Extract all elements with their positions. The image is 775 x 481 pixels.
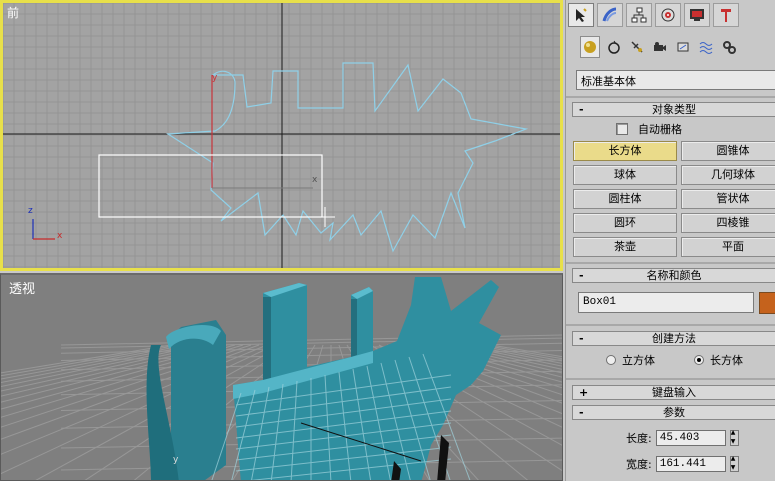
helpers-subtab[interactable] xyxy=(673,36,693,58)
width-row: 宽度: 161.441 xyxy=(626,455,739,472)
motion-tab[interactable] xyxy=(655,3,681,27)
geometry-icon xyxy=(584,41,596,53)
rollout-toggle: - xyxy=(579,406,584,419)
cone-button[interactable]: 圆锥体 xyxy=(681,141,775,161)
spacewarps-icon xyxy=(699,42,713,54)
length-label: 长度: xyxy=(626,432,652,445)
systems-subtab[interactable] xyxy=(719,36,739,58)
torus-button[interactable]: 圆环 xyxy=(573,213,677,233)
separator xyxy=(566,96,775,98)
rollout-title: 键盘输入 xyxy=(652,386,696,399)
geosphere-button[interactable]: 几何球体 xyxy=(681,165,775,185)
display-tab[interactable] xyxy=(684,3,710,27)
front-viewport[interactable]: 前 z x y x xyxy=(0,0,563,271)
rollout-creation-method[interactable]: - 创建方法 xyxy=(572,331,775,346)
utilities-icon xyxy=(721,9,731,22)
rollout-parameters[interactable]: - 参数 xyxy=(572,405,775,420)
autogrid-row: 自动栅格 xyxy=(616,121,682,137)
cameras-icon xyxy=(654,42,666,51)
object-name-input[interactable]: Box01 xyxy=(578,292,754,313)
box-radio[interactable] xyxy=(694,355,704,365)
tube-button[interactable]: 管状体 xyxy=(681,189,775,209)
cursor-create-icon xyxy=(576,8,587,22)
axis-z-label: z xyxy=(28,206,33,216)
perspective-viewport-label[interactable]: 透视 xyxy=(9,278,35,297)
rollout-title: 参数 xyxy=(663,406,685,419)
sphere-button[interactable]: 球体 xyxy=(573,165,677,185)
rollout-keyboard-entry[interactable]: + 键盘输入 xyxy=(572,385,775,400)
rollout-toggle: - xyxy=(579,103,584,116)
modify-tab[interactable] xyxy=(597,3,623,27)
spacewarps-subtab[interactable] xyxy=(696,36,716,58)
shapes-icon xyxy=(608,40,620,54)
axis-x-label: x xyxy=(57,231,63,241)
shapes-subtab[interactable] xyxy=(604,36,624,58)
rollout-title: 名称和颜色 xyxy=(646,269,702,282)
separator xyxy=(566,324,775,326)
gizmo-x-label: x xyxy=(312,175,318,185)
display-icon xyxy=(690,9,704,21)
cube-option[interactable]: 立方体 xyxy=(606,352,655,368)
create-tab[interactable] xyxy=(568,3,594,27)
create-subtabs xyxy=(574,36,774,60)
rollout-name-color[interactable]: - 名称和颜色 xyxy=(572,268,775,283)
persp-axis-y-label: y xyxy=(173,455,179,465)
perspective-viewport[interactable]: 透视 y xyxy=(0,273,563,481)
lights-subtab[interactable] xyxy=(627,36,647,58)
geometry-subtab[interactable] xyxy=(580,36,600,58)
shadow-spike xyxy=(437,435,449,480)
front-viewport-label[interactable]: 前 xyxy=(7,4,19,21)
max-workspace: 前 z x y x 透视 y 标准基本体 - 对象类型 自动栅格 长方体 圆锥体… xyxy=(0,0,775,481)
rollout-toggle: + xyxy=(579,386,589,399)
autogrid-checkbox[interactable] xyxy=(616,123,628,135)
systems-icon xyxy=(723,41,736,54)
hierarchy-tab[interactable] xyxy=(626,3,652,27)
autogrid-label: 自动栅格 xyxy=(638,123,682,136)
plane-button[interactable]: 平面 xyxy=(681,237,775,257)
box-option-label: 长方体 xyxy=(710,354,743,367)
rollout-title: 对象类型 xyxy=(652,103,696,116)
cube-radio[interactable] xyxy=(606,355,616,365)
rollout-toggle: - xyxy=(579,269,584,282)
lights-icon xyxy=(631,41,643,53)
cube-option-label: 立方体 xyxy=(622,354,655,367)
box-option[interactable]: 长方体 xyxy=(694,352,743,368)
gizmo-y-label: y xyxy=(212,73,218,83)
helpers-icon xyxy=(677,42,689,52)
separator xyxy=(566,262,775,264)
width-label: 宽度: xyxy=(626,458,652,471)
separator xyxy=(566,378,775,380)
category-dropdown[interactable]: 标准基本体 xyxy=(576,70,775,90)
perspective-viewport-canvas[interactable] xyxy=(1,275,563,481)
command-panel: 标准基本体 - 对象类型 自动栅格 长方体 圆锥体 球体 几何球体 圆柱体 管状… xyxy=(565,0,775,481)
pyramid-button[interactable]: 四棱锥 xyxy=(681,213,775,233)
rollout-title: 创建方法 xyxy=(652,332,696,345)
rollout-toggle: - xyxy=(579,332,584,345)
utilities-tab[interactable] xyxy=(713,3,739,27)
box-button[interactable]: 长方体 xyxy=(573,141,677,161)
cameras-subtab[interactable] xyxy=(650,36,670,58)
hierarchy-icon xyxy=(631,7,647,23)
teapot-button[interactable]: 茶壶 xyxy=(573,237,677,257)
length-spinner[interactable] xyxy=(729,429,739,446)
modify-icon xyxy=(602,7,617,22)
front-viewport-canvas[interactable] xyxy=(3,3,560,268)
command-panel-tabs xyxy=(566,0,775,30)
length-input[interactable]: 45.403 xyxy=(655,430,726,446)
rollout-object-type[interactable]: - 对象类型 xyxy=(572,102,775,117)
cylinder-button[interactable]: 圆柱体 xyxy=(573,189,677,209)
width-spinner[interactable] xyxy=(729,455,739,472)
width-input[interactable]: 161.441 xyxy=(655,456,726,472)
motion-icon xyxy=(661,8,675,22)
object-color-swatch[interactable] xyxy=(759,292,775,314)
length-row: 长度: 45.403 xyxy=(626,429,739,446)
